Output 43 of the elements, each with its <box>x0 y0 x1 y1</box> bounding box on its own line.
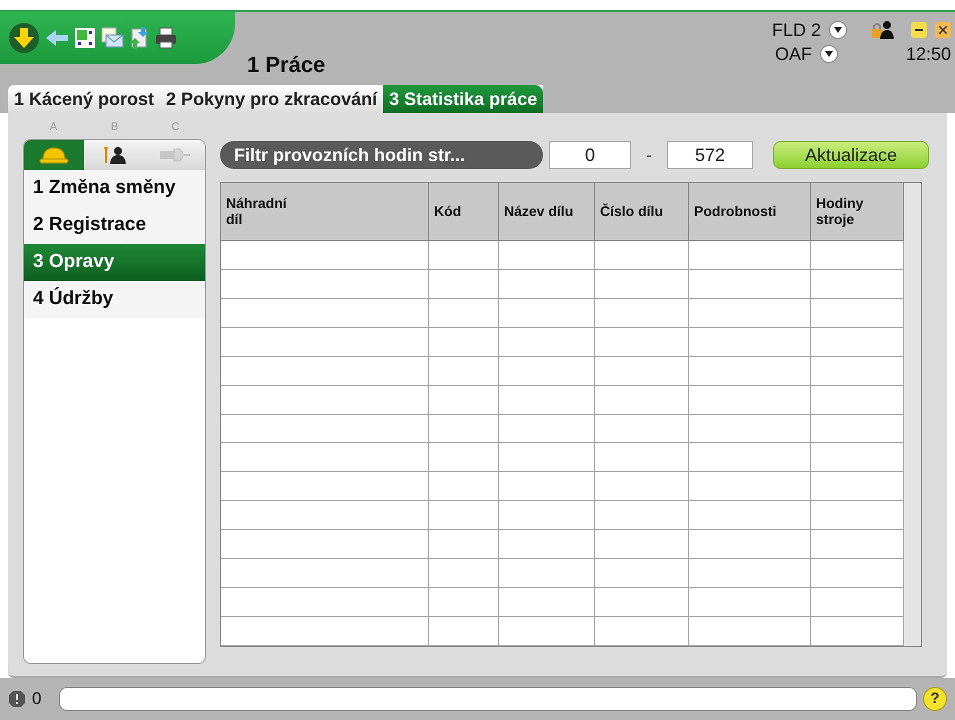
close-button[interactable] <box>935 22 951 38</box>
tab[interactable]: 3 Statistika práce <box>383 85 544 113</box>
column-header: Číslo dílu <box>600 203 663 220</box>
caret-icon <box>824 51 833 57</box>
column-letter: A <box>48 120 58 135</box>
to-field[interactable]: 572 <box>667 141 753 169</box>
printer-icon[interactable] <box>154 27 178 49</box>
help-button[interactable]: ? <box>923 687 947 711</box>
column-header: Podrobnosti <box>694 203 774 220</box>
screen-title: 1 Práce <box>247 51 326 79</box>
download-icon[interactable] <box>8 22 40 54</box>
side-menu-item[interactable]: 4 Údržby <box>24 281 205 318</box>
tab[interactable]: 2 Pokyny pro zkracování <box>160 85 384 113</box>
plug-icon <box>158 146 192 164</box>
side-menu-item[interactable]: 3 Opravy <box>24 244 205 281</box>
caret-icon <box>834 27 842 33</box>
grid-icon[interactable] <box>74 27 96 49</box>
machine-label: FLD 2 <box>772 19 821 42</box>
filter-label: Filtr provozních hodin str... <box>220 141 543 169</box>
side-menu-item[interactable]: 2 Registrace <box>24 207 205 244</box>
alert-count: 0 <box>32 688 42 710</box>
from-field[interactable]: 0 <box>549 141 631 169</box>
range-separator: - <box>645 144 653 166</box>
column-letter: B <box>110 120 120 135</box>
column-header: Hodiny stroje <box>816 195 864 228</box>
column-header: Náhradní díl <box>226 195 288 228</box>
lock-person-icon[interactable] <box>871 20 895 40</box>
tab[interactable]: 1 Kácený porost <box>8 85 160 113</box>
hard-hat-icon <box>39 146 70 164</box>
side-menu-item[interactable]: 1 Změna směny <box>24 170 205 207</box>
column-header: Kód <box>434 203 462 220</box>
scrollbar-track[interactable] <box>904 183 921 646</box>
operator-label: OAF <box>774 43 812 66</box>
column-header: Název dílu <box>504 203 574 220</box>
alert-icon <box>8 690 26 708</box>
close-icon <box>939 26 947 34</box>
clock-time: 12:50 <box>906 43 951 66</box>
update-button[interactable]: Aktualizace <box>773 141 929 169</box>
dropdown-button[interactable] <box>820 45 838 63</box>
minimize-button[interactable] <box>911 22 927 38</box>
column-letter: C <box>170 120 180 135</box>
minimize-icon <box>915 29 923 31</box>
dropdown-button[interactable] <box>829 21 847 39</box>
